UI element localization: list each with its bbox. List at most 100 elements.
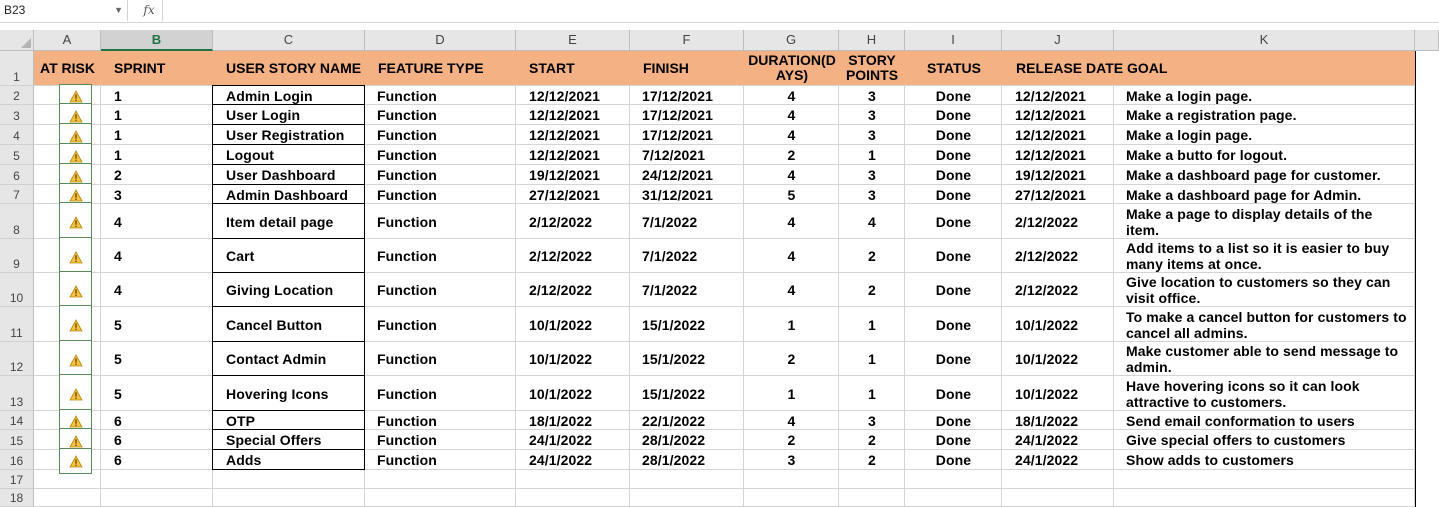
cell-start[interactable]: 24/1/2022 xyxy=(516,450,630,470)
cell-release[interactable]: 12/12/2021 xyxy=(1002,86,1114,105)
cell-duration[interactable]: 5 xyxy=(744,185,839,204)
row-header-10[interactable]: 10 xyxy=(0,273,34,307)
cell-finish[interactable]: 24/12/2021 xyxy=(630,165,744,185)
cell-feature[interactable]: Function xyxy=(365,86,516,105)
cell-points[interactable]: 1 xyxy=(839,342,905,376)
cell-status[interactable]: Done xyxy=(905,239,1002,273)
cell-finish[interactable]: 15/1/2022 xyxy=(630,307,744,342)
cell-feature[interactable]: Function xyxy=(365,450,516,470)
cell-sprint[interactable]: 3 xyxy=(101,185,213,204)
cell-release[interactable]: 2/12/2022 xyxy=(1002,239,1114,273)
cell-finish[interactable]: 15/1/2022 xyxy=(630,376,744,411)
header-start[interactable]: START xyxy=(529,51,639,85)
cell-finish[interactable]: 7/1/2022 xyxy=(630,239,744,273)
cell-goal[interactable]: Make a dashboard page for customer. xyxy=(1114,165,1415,185)
cell-sprint[interactable]: 1 xyxy=(101,86,213,105)
cell-status[interactable]: Done xyxy=(905,86,1002,105)
select-all-button[interactable] xyxy=(0,30,34,51)
cell-feature[interactable]: Function xyxy=(365,411,516,430)
cell-start[interactable]: 2/12/2022 xyxy=(516,273,630,307)
cell-points[interactable]: 1 xyxy=(839,145,905,165)
cell-start[interactable]: 19/12/2021 xyxy=(516,165,630,185)
worksheet-grid[interactable]: AT RISK SPRINT USER STORY NAME FEATURE T… xyxy=(34,51,1439,507)
header-user-story-name[interactable]: USER STORY NAME xyxy=(226,51,376,85)
cell-duration[interactable]: 4 xyxy=(744,239,839,273)
cell-status[interactable]: Done xyxy=(905,185,1002,204)
column-header-i[interactable]: I xyxy=(905,30,1002,51)
cell-release[interactable]: 10/1/2022 xyxy=(1002,376,1114,411)
insert-function-button[interactable]: fx xyxy=(136,0,163,21)
header-goal[interactable]: GOAL xyxy=(1127,51,1407,85)
cell-start[interactable]: 12/12/2021 xyxy=(516,125,630,145)
cell-duration[interactable]: 4 xyxy=(744,411,839,430)
cell-status[interactable]: Done xyxy=(905,342,1002,376)
cell-points[interactable]: 3 xyxy=(839,185,905,204)
cell-goal[interactable]: Make a registration page. xyxy=(1114,105,1415,125)
cell-points[interactable]: 4 xyxy=(839,204,905,239)
cell-finish[interactable]: 28/1/2022 xyxy=(630,430,744,450)
cell-finish[interactable]: 7/12/2021 xyxy=(630,145,744,165)
cell-start[interactable]: 10/1/2022 xyxy=(516,307,630,342)
cell-goal[interactable]: Make a dashboard page for Admin. xyxy=(1114,185,1415,204)
cell-duration[interactable]: 4 xyxy=(744,105,839,125)
cell-duration[interactable]: 2 xyxy=(744,430,839,450)
chevron-down-icon[interactable]: ▼ xyxy=(114,0,123,21)
cell-points[interactable]: 2 xyxy=(839,239,905,273)
cell-duration[interactable]: 2 xyxy=(744,145,839,165)
row-header-6[interactable]: 6 xyxy=(0,165,34,185)
cell-status[interactable]: Done xyxy=(905,145,1002,165)
column-header-d[interactable]: D xyxy=(365,30,516,51)
cell-feature[interactable]: Function xyxy=(365,239,516,273)
row-header-12[interactable]: 12 xyxy=(0,342,34,376)
cell-finish[interactable]: 17/12/2021 xyxy=(630,105,744,125)
cell-release[interactable]: 18/1/2022 xyxy=(1002,411,1114,430)
header-sprint[interactable]: SPRINT xyxy=(114,51,214,85)
row-header-7[interactable]: 7 xyxy=(0,185,34,204)
cell-start[interactable]: 18/1/2022 xyxy=(516,411,630,430)
header-release-date[interactable]: RELEASE DATE xyxy=(1016,51,1126,85)
row-header-13[interactable]: 13 xyxy=(0,376,34,411)
name-box[interactable]: B23 ▼ xyxy=(0,0,128,21)
cell-goal[interactable]: Make customer able to send message to ad… xyxy=(1114,342,1415,376)
cell-points[interactable]: 3 xyxy=(839,86,905,105)
cell-status[interactable]: Done xyxy=(905,105,1002,125)
cell-goal[interactable]: Send email conformation to users xyxy=(1114,411,1415,430)
cell-duration[interactable]: 4 xyxy=(744,204,839,239)
cell-points[interactable]: 3 xyxy=(839,165,905,185)
cell-start[interactable]: 12/12/2021 xyxy=(516,105,630,125)
formula-input[interactable] xyxy=(166,0,1439,21)
cell-sprint[interactable]: 5 xyxy=(101,376,213,411)
row-header-9[interactable]: 9 xyxy=(0,239,34,273)
cell-status[interactable]: Done xyxy=(905,450,1002,470)
cell-duration[interactable]: 4 xyxy=(744,273,839,307)
cell-finish[interactable]: 28/1/2022 xyxy=(630,450,744,470)
cell-finish[interactable]: 22/1/2022 xyxy=(630,411,744,430)
row-header-11[interactable]: 11 xyxy=(0,307,34,342)
cell-release[interactable]: 27/12/2021 xyxy=(1002,185,1114,204)
cell-sprint[interactable]: 4 xyxy=(101,204,213,239)
cell-status[interactable]: Done xyxy=(905,165,1002,185)
column-header-f[interactable]: F xyxy=(630,30,744,51)
cell-goal[interactable]: Make a login page. xyxy=(1114,86,1415,105)
cell-start[interactable]: 12/12/2021 xyxy=(516,86,630,105)
row-header-1[interactable]: 1 xyxy=(0,51,34,86)
cell-feature[interactable]: Function xyxy=(365,342,516,376)
cell-goal[interactable]: Give special offers to customers xyxy=(1114,430,1415,450)
header-status[interactable]: STATUS xyxy=(905,51,1003,85)
cell-duration[interactable]: 4 xyxy=(744,86,839,105)
cell-duration[interactable]: 1 xyxy=(744,307,839,342)
cell-finish[interactable]: 7/1/2022 xyxy=(630,204,744,239)
row-header-8[interactable]: 8 xyxy=(0,204,34,239)
cell-status[interactable]: Done xyxy=(905,430,1002,450)
cell-sprint[interactable]: 5 xyxy=(101,342,213,376)
cell-release[interactable]: 10/1/2022 xyxy=(1002,342,1114,376)
cell-sprint[interactable]: 1 xyxy=(101,145,213,165)
at-risk-warning-icon[interactable] xyxy=(59,448,92,474)
cell-points[interactable]: 3 xyxy=(839,125,905,145)
cell-sprint[interactable]: 4 xyxy=(101,273,213,307)
cell-release[interactable]: 24/1/2022 xyxy=(1002,450,1114,470)
column-header-c[interactable]: C xyxy=(213,30,365,51)
cell-status[interactable]: Done xyxy=(905,204,1002,239)
cell-duration[interactable]: 4 xyxy=(744,125,839,145)
cell-duration[interactable]: 3 xyxy=(744,450,839,470)
